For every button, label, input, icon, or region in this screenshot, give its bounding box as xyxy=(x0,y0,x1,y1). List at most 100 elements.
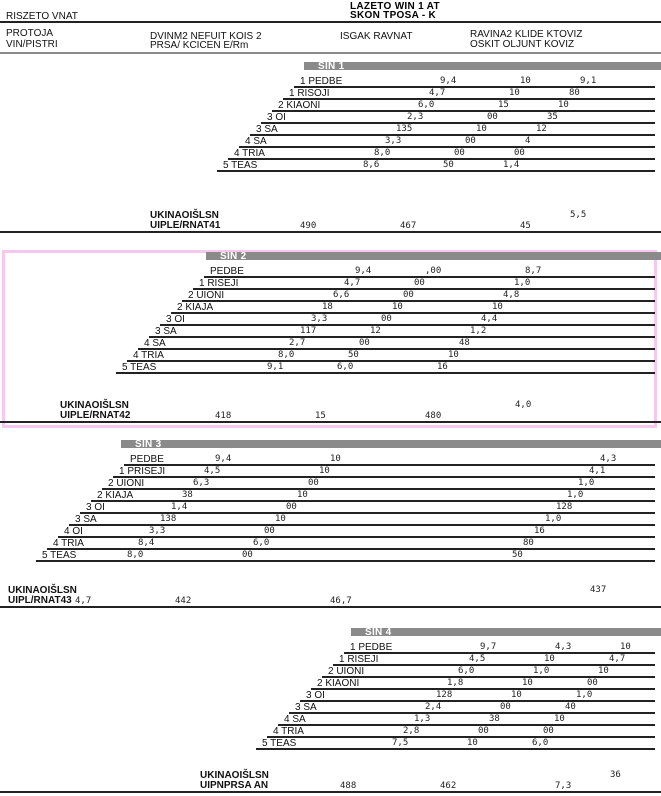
row-value-a: 138 xyxy=(160,514,177,524)
total-value-d: 437 xyxy=(590,585,607,595)
row-value-a: 3,3 xyxy=(311,314,328,324)
row-value-b: 00 xyxy=(381,314,392,324)
row-label: 4 OI xyxy=(64,526,83,537)
row-value-c: 4,3 xyxy=(600,454,617,464)
row-value-b: 00 xyxy=(465,136,476,146)
row-value-b: 00 xyxy=(478,726,489,736)
row-value-b: 00 xyxy=(359,338,370,348)
row-value-a: 9,1 xyxy=(267,362,284,372)
row-value-c: 4,8 xyxy=(503,290,520,300)
row-value-b: 10 xyxy=(520,76,531,86)
row-value-a: 4,5 xyxy=(204,466,221,476)
row-rule xyxy=(127,360,655,362)
row-value-b: 10 xyxy=(544,654,555,664)
row-rule xyxy=(149,336,655,338)
total-value-a: 418 xyxy=(215,411,232,421)
row-label: 2 KIAONI xyxy=(317,678,360,689)
row-value-b: 00 xyxy=(286,502,297,512)
row-value-b: 10 xyxy=(319,466,330,476)
total-value-c: 45 xyxy=(520,221,531,231)
total-value-b: 15 xyxy=(315,411,326,421)
row-value-b: 00 xyxy=(487,112,498,122)
row-value-b: 00 xyxy=(308,478,319,488)
row-value-b: 00 xyxy=(500,702,511,712)
row-label: 2 KIAJA xyxy=(177,302,214,313)
row-value-a: 135 xyxy=(396,124,413,134)
row-rule xyxy=(267,736,655,738)
row-value-a: 6,0 xyxy=(458,666,475,676)
row-rule xyxy=(300,700,655,702)
row-value-b: 00 xyxy=(264,526,275,536)
row-rule xyxy=(217,170,655,172)
section-bar xyxy=(304,62,661,70)
row-value-c: 00 xyxy=(587,678,598,688)
row-value-a: 9,4 xyxy=(440,76,457,86)
row-value-b: 1,0 xyxy=(533,666,550,676)
header-rule xyxy=(0,21,661,23)
row-value-a: 1,8 xyxy=(447,678,464,688)
header-left-2: PROTOJA xyxy=(6,28,54,39)
section-bar xyxy=(351,628,661,636)
row-value-c: 10 xyxy=(558,100,569,110)
row-value-b: 10 xyxy=(275,514,286,524)
row-value-b: 10 xyxy=(522,678,533,688)
row-rule xyxy=(116,372,655,374)
row-value-a: 38 xyxy=(182,490,193,500)
row-label: 2 UIONI xyxy=(328,666,365,677)
row-label: 2 UIONI xyxy=(188,290,225,301)
total-label-2: UIPLE/RNAT42 xyxy=(60,410,131,421)
row-value-b: 4,3 xyxy=(555,642,572,652)
section-bar xyxy=(206,252,661,260)
row-value-b: 15 xyxy=(498,100,509,110)
row-value-b: 00 xyxy=(242,550,253,560)
row-label: 1 RISOJI xyxy=(289,88,330,99)
row-value-b: 12 xyxy=(370,326,381,336)
row-value-a: 4,7 xyxy=(429,88,446,98)
total-label-2: UIPLE/RNAT41 xyxy=(150,220,221,231)
row-label: 3 SA xyxy=(295,702,317,713)
row-value-c: 48 xyxy=(459,338,470,348)
section-label: SIN 1 xyxy=(318,61,345,72)
row-rule xyxy=(256,748,655,750)
row-label: 2 UIONI xyxy=(108,478,145,489)
row-label: 4 TRIA xyxy=(273,726,304,737)
total-value-a: 4,7 xyxy=(75,596,92,606)
row-value-a: 18 xyxy=(322,302,333,312)
row-value-a: 4,5 xyxy=(469,654,486,664)
row-label: 4 SA xyxy=(284,714,306,725)
row-value-b: 38 xyxy=(489,714,500,724)
row-label: PEDBE xyxy=(210,266,244,277)
row-value-c: 1,4 xyxy=(503,160,520,170)
row-value-c: 10 xyxy=(620,642,631,652)
row-value-c: 1,0 xyxy=(578,478,595,488)
row-label: 3 OI xyxy=(267,112,286,123)
row-value-a: 9,4 xyxy=(355,266,372,276)
total-value-c: 480 xyxy=(425,411,442,421)
row-rule xyxy=(278,724,655,726)
total-value-d: 4,0 xyxy=(515,400,532,410)
row-label: 1 RISEJI xyxy=(199,278,239,289)
row-value-c: 16 xyxy=(437,362,448,372)
row-rule xyxy=(182,300,655,302)
total-rule xyxy=(0,421,661,423)
row-label: 5 TEAS xyxy=(42,550,77,561)
total-value-a: 488 xyxy=(340,781,357,791)
row-rule xyxy=(36,560,655,562)
row-value-b: 10 xyxy=(509,88,520,98)
total-value-c: 46,7 xyxy=(330,596,352,606)
total-value-a: 490 xyxy=(300,221,317,231)
section-label: SIN 3 xyxy=(135,439,162,450)
total-value-b: 462 xyxy=(440,781,457,791)
row-value-a: 6,3 xyxy=(193,478,210,488)
row-value-a: 128 xyxy=(436,690,453,700)
row-value-a: 2,3 xyxy=(407,112,424,122)
row-rule xyxy=(272,110,655,112)
row-value-c: 1,0 xyxy=(545,514,562,524)
row-rule xyxy=(239,146,655,148)
header-mid-2: PRSA/ KCICEN E/Rm xyxy=(150,40,249,51)
row-value-c: 8,7 xyxy=(525,266,542,276)
row-value-c: 1,0 xyxy=(576,690,593,700)
row-label: 2 KIAJA xyxy=(97,490,134,501)
row-label: 3 SA xyxy=(75,514,97,525)
row-value-a: 3,3 xyxy=(385,136,402,146)
